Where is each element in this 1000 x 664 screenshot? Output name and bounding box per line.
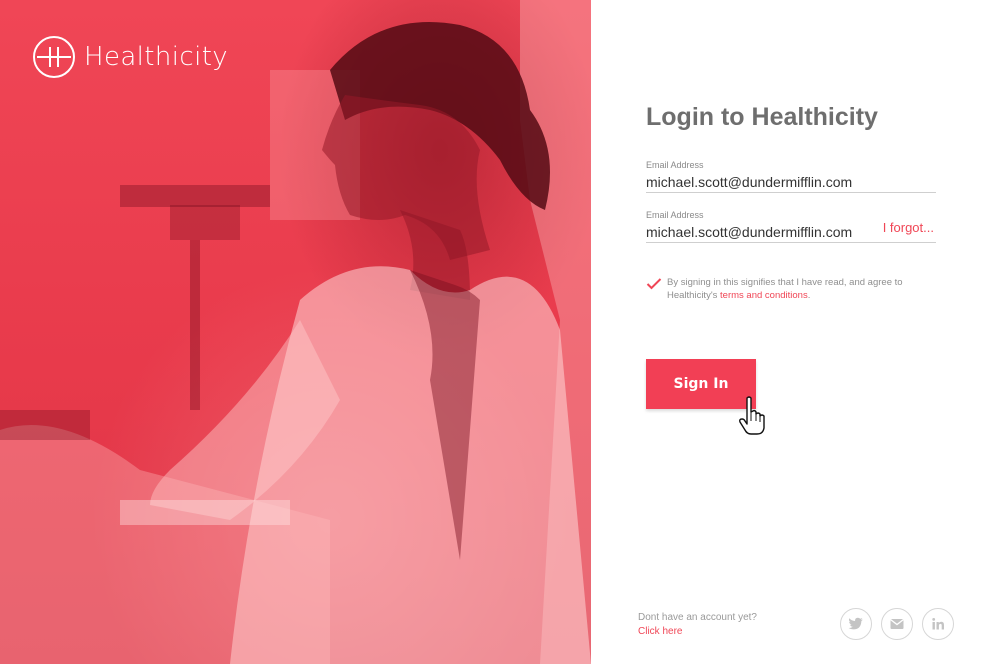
terms-text: By signing in this signifies that I have… [667,276,936,302]
hero-image: Healthicity [0,0,591,664]
twitter-button[interactable] [840,608,872,640]
page-title: Login to Healthicity [646,103,878,131]
second-field: Email Address I forgot... [646,210,936,243]
mail-icon [890,618,904,629]
brand-logo: Healthicity [33,36,228,78]
signup-prompt: Dont have an account yet? Click here [638,611,757,639]
checkmark-icon[interactable] [646,277,662,291]
linkedin-button[interactable] [922,608,954,640]
email-field: Email Address [646,160,936,193]
signup-question: Dont have an account yet? [638,612,757,623]
email-input[interactable] [646,174,936,193]
terms-period: . [807,290,811,301]
terms-link[interactable]: terms and conditions [720,290,808,301]
terms-agreement: By signing in this signifies that I have… [646,276,936,302]
second-field-label: Email Address [646,210,704,220]
linkedin-icon [932,618,944,630]
signup-link[interactable]: Click here [638,625,757,639]
hand-pointer-icon [739,396,765,435]
healthicity-logo-icon [33,36,75,78]
brand-name: Healthicity [84,42,229,72]
email-label: Email Address [646,160,704,170]
hero-illustration [0,0,591,664]
forgot-link[interactable]: I forgot... [883,220,934,235]
email-share-button[interactable] [881,608,913,640]
twitter-icon [848,617,863,630]
